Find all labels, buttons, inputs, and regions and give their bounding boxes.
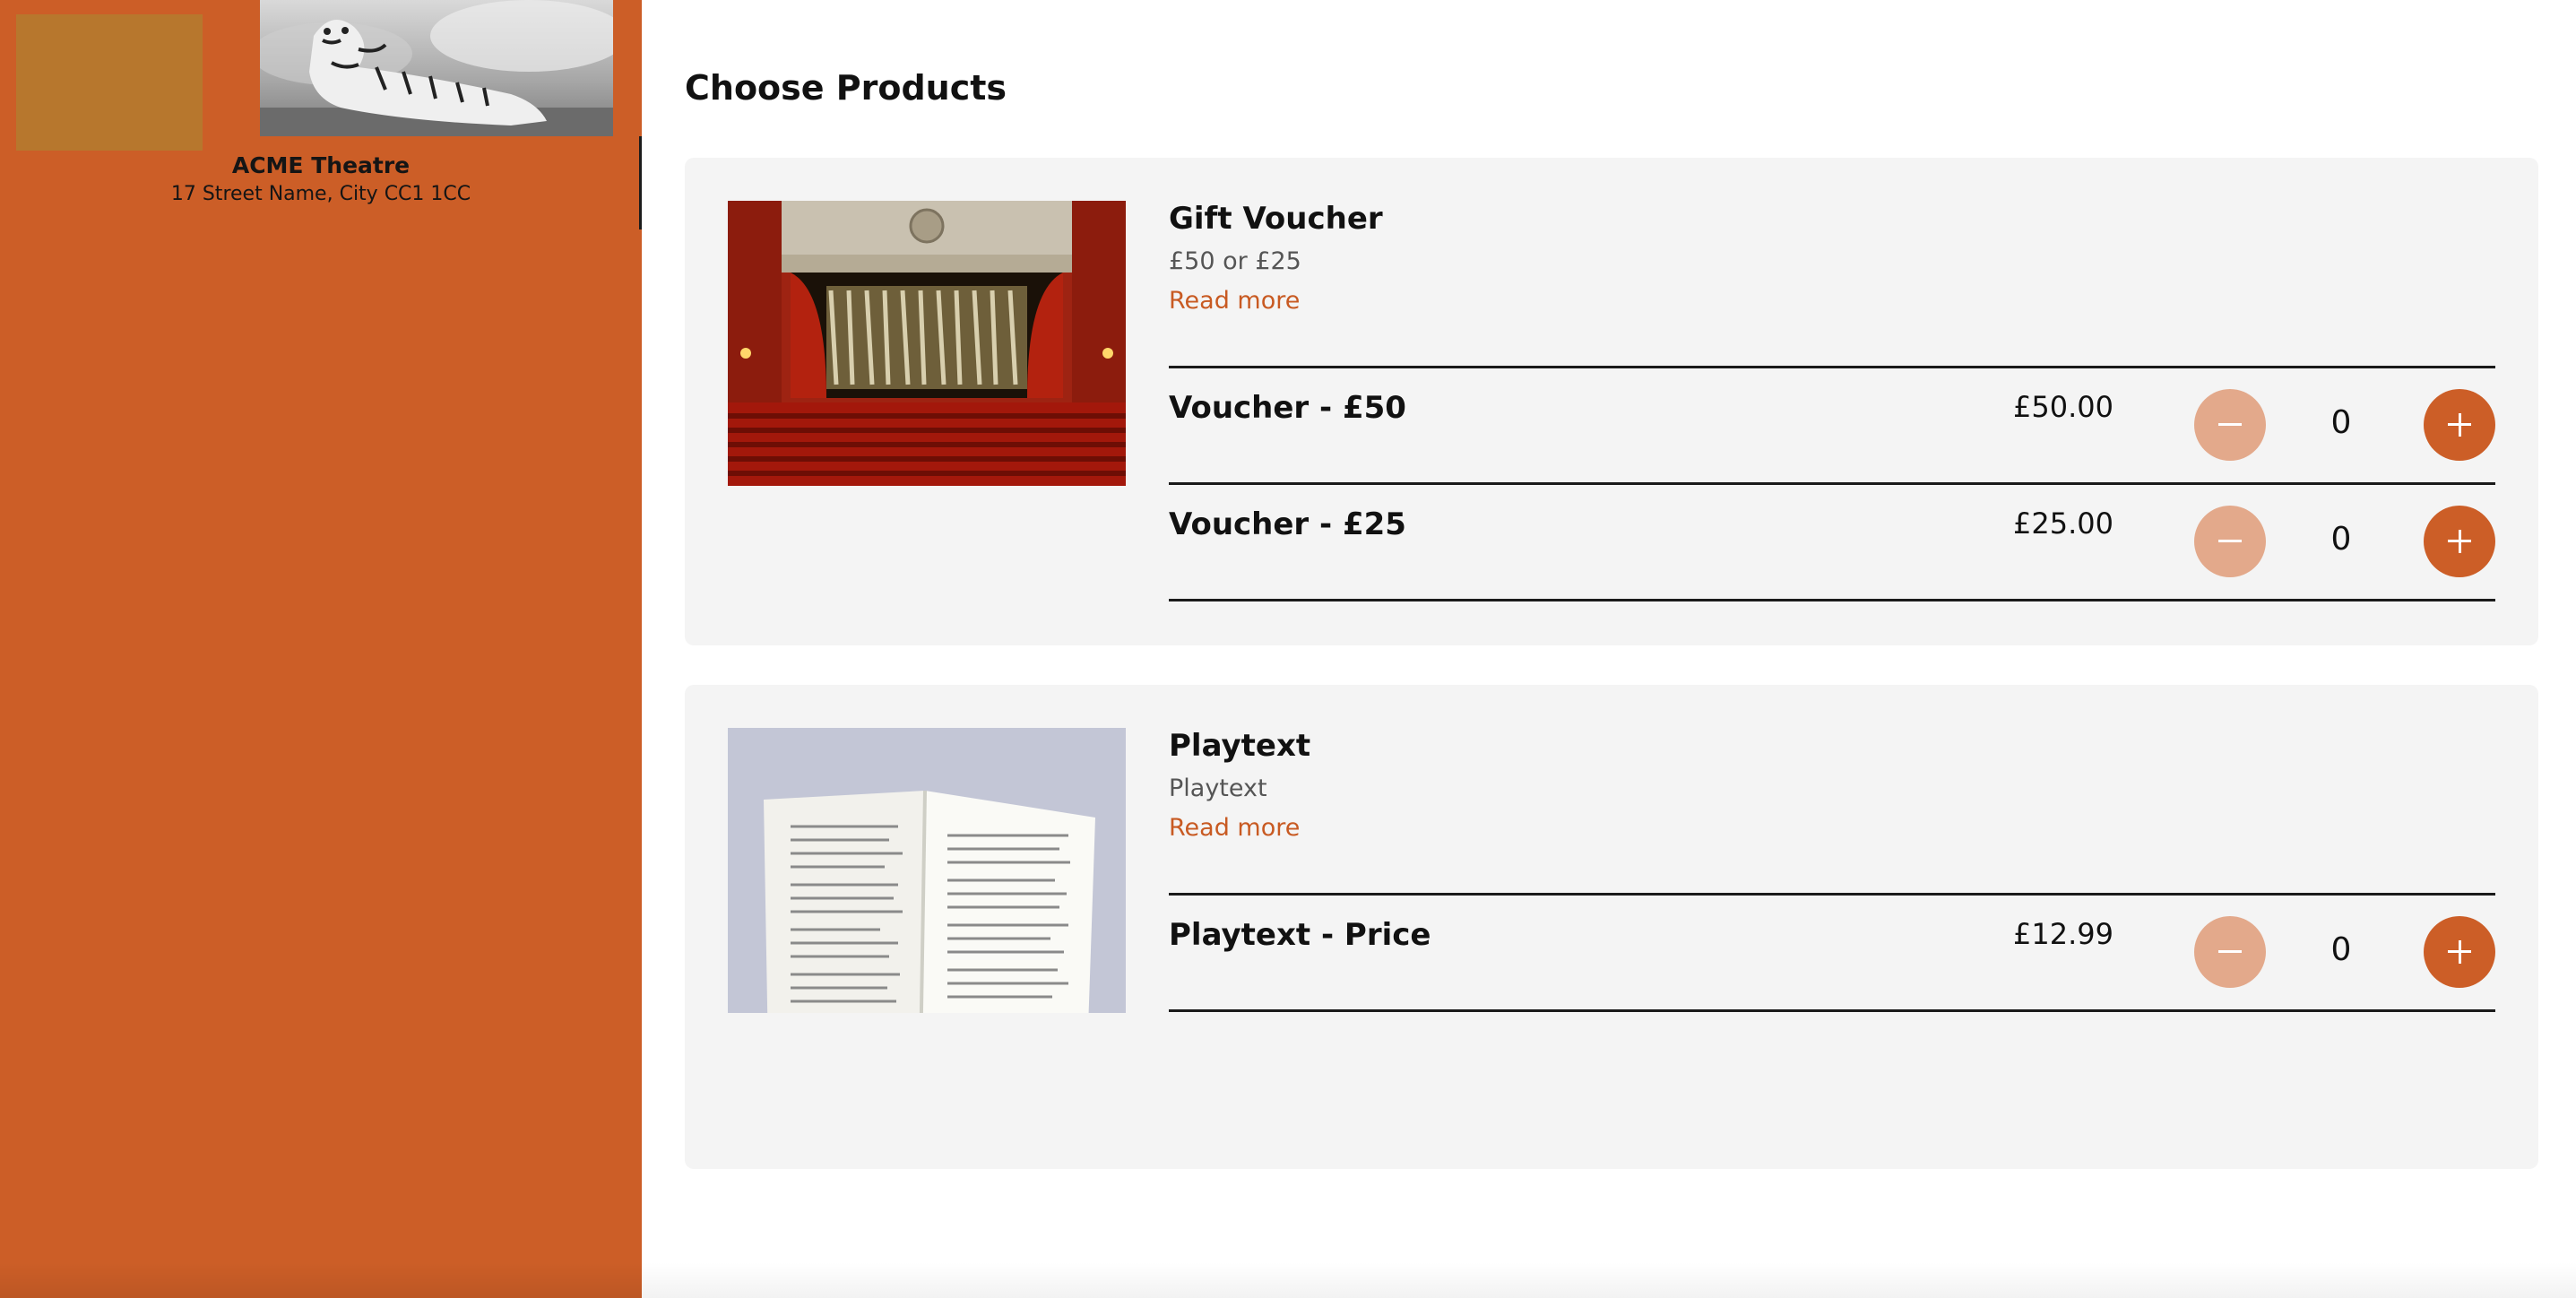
increase-quantity-button[interactable]: [2424, 506, 2495, 577]
product-card-gift-voucher: Gift Voucher £50 or £25 Read more Vouche…: [685, 158, 2538, 645]
venue-name: ACME Theatre: [231, 152, 411, 178]
product-subtitle: Playtext: [1169, 774, 1267, 802]
increase-quantity-button[interactable]: [2424, 389, 2495, 461]
read-more-link[interactable]: Read more: [1169, 287, 1300, 315]
open-book-photo: [728, 728, 1126, 1013]
read-more-link[interactable]: Read more: [1169, 814, 1300, 842]
option-name: Voucher - £50: [1169, 390, 1406, 426]
option-price: £12.99: [2013, 917, 2114, 951]
venue-sidebar: ACME Theatre 17 Street Name, City CC1 1C…: [0, 0, 642, 1298]
product-option-row: Playtext - Price £12.99 0: [1169, 893, 2495, 1012]
increase-quantity-button[interactable]: [2424, 916, 2495, 988]
option-name: Voucher - £25: [1169, 506, 1406, 542]
product-card-playtext: Playtext Playtext Read more Playtext - P…: [685, 685, 2538, 1169]
option-price: £50.00: [2013, 390, 2114, 424]
product-option-row: Voucher - £25 £25.00 0: [1169, 482, 2495, 601]
venue-logo: [16, 14, 203, 151]
product-title: Playtext: [1169, 728, 1311, 764]
venue-hero-image: [260, 0, 613, 136]
quantity-value: 0: [2330, 404, 2352, 441]
decrease-quantity-button[interactable]: [2194, 916, 2266, 988]
product-title: Gift Voucher: [1169, 201, 1383, 237]
product-subtitle: £50 or £25: [1169, 247, 1301, 275]
option-name: Playtext - Price: [1169, 917, 1431, 953]
decrease-quantity-button[interactable]: [2194, 389, 2266, 461]
theatre-stage-image: [728, 201, 1126, 486]
tiger-photo: [260, 0, 613, 136]
decrease-quantity-button[interactable]: [2194, 506, 2266, 577]
option-price: £25.00: [2013, 506, 2114, 541]
minus-icon: [2218, 423, 2242, 426]
quantity-value: 0: [2330, 521, 2352, 558]
sidebar-bottom-shadow: [0, 1262, 642, 1298]
minus-icon: [2218, 540, 2242, 542]
main-content: Choose Products Gift Voucher £50 or £25 …: [642, 0, 2576, 1298]
quantity-value: 0: [2330, 931, 2352, 968]
open-book-image: [728, 728, 1126, 1013]
minus-icon: [2218, 950, 2242, 953]
product-option-row: Voucher - £50 £50.00 0: [1169, 366, 2495, 482]
theatre-stage-photo: [728, 201, 1126, 486]
page-title: Choose Products: [685, 68, 1007, 108]
main-bottom-shadow: [642, 1262, 2576, 1298]
venue-address: 17 Street Name, City CC1 1CC: [170, 183, 471, 205]
